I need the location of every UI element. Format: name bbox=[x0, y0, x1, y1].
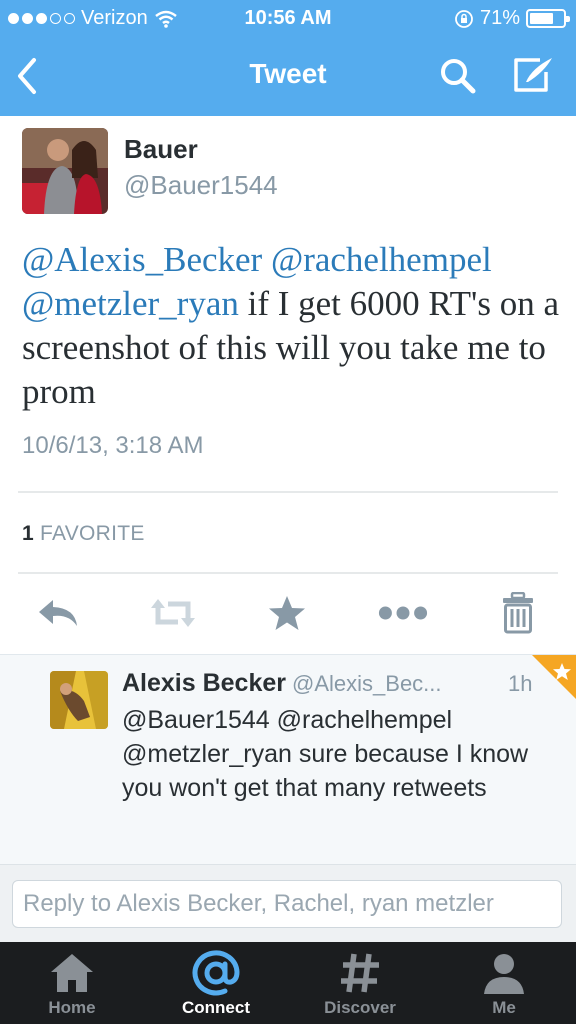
tab-me[interactable]: Me bbox=[432, 942, 576, 1024]
tweet-actions bbox=[0, 588, 576, 640]
favorite-count-number: 1 bbox=[22, 522, 34, 545]
home-icon bbox=[51, 954, 93, 992]
reply-avatar-photo bbox=[50, 671, 108, 729]
reply-composer bbox=[0, 864, 576, 942]
reply-text: @Bauer1544 @rachelhempel @metzler_ryan s… bbox=[122, 706, 529, 802]
reply-icon bbox=[39, 600, 77, 626]
nav-bar: Tweet bbox=[0, 38, 576, 116]
compose-button[interactable] bbox=[510, 54, 558, 96]
tab-label: Connect bbox=[182, 998, 250, 1017]
star-icon bbox=[269, 596, 305, 630]
mention-link[interactable]: @rachelhempel bbox=[271, 240, 492, 279]
hashtag-icon bbox=[341, 953, 379, 993]
tweet-timestamp: 10/6/13, 3:18 AM bbox=[22, 432, 204, 459]
divider bbox=[18, 491, 558, 493]
tab-home[interactable]: Home bbox=[0, 942, 144, 1024]
reply-input[interactable] bbox=[12, 880, 562, 928]
battery-icon bbox=[526, 9, 570, 28]
tab-label: Me bbox=[492, 998, 516, 1017]
author-handle[interactable]: @Bauer1544 bbox=[124, 170, 278, 201]
retweet-button[interactable] bbox=[148, 588, 198, 638]
search-icon bbox=[441, 59, 476, 94]
reply-author-name[interactable]: Alexis Becker bbox=[122, 669, 286, 697]
rotation-lock-icon bbox=[455, 9, 473, 28]
favorite-count[interactable]: 1 FAVORITE bbox=[22, 522, 145, 546]
reply-header: Alexis Becker @Alexis_Bec... bbox=[122, 669, 542, 698]
tab-discover[interactable]: Discover bbox=[288, 942, 432, 1024]
battery-percent: 71% bbox=[479, 7, 520, 29]
tweet-text: @Alexis_Becker @rachelhempel @metzler_ry… bbox=[22, 238, 562, 414]
status-bar: Verizon 10:56 AM 71% bbox=[0, 0, 576, 38]
top-bar: Verizon 10:56 AM 71% Tweet bbox=[0, 0, 576, 116]
favorite-button[interactable] bbox=[262, 588, 312, 638]
person-icon bbox=[484, 954, 524, 994]
reply-timestamp: 1h bbox=[508, 671, 533, 696]
retweet-icon bbox=[151, 599, 195, 627]
author-name[interactable]: Bauer bbox=[124, 134, 198, 165]
battery-status: 71% bbox=[454, 7, 570, 30]
search-button[interactable] bbox=[438, 56, 478, 96]
avatar-photo bbox=[22, 128, 108, 214]
mention-link[interactable]: @Alexis_Becker bbox=[22, 240, 262, 279]
more-button[interactable] bbox=[378, 588, 428, 638]
page-title: Tweet bbox=[249, 58, 327, 89]
mention-link[interactable]: @metzler_ryan bbox=[22, 284, 239, 323]
reply-button[interactable] bbox=[33, 588, 83, 638]
divider bbox=[18, 572, 558, 574]
reply-author-handle[interactable]: @Alexis_Bec... bbox=[292, 671, 442, 696]
favorite-count-label: FAVORITE bbox=[39, 522, 145, 545]
more-dots-icon bbox=[378, 606, 428, 620]
tab-connect[interactable]: Connect bbox=[144, 942, 288, 1024]
tab-label: Home bbox=[48, 998, 96, 1017]
at-icon bbox=[192, 950, 240, 996]
author-avatar[interactable] bbox=[22, 128, 108, 214]
compose-icon bbox=[514, 58, 552, 92]
reply-tweet[interactable]: Alexis Becker @Alexis_Bec... 1h @Bauer154… bbox=[0, 654, 576, 864]
delete-button[interactable] bbox=[493, 588, 543, 638]
tab-label: Discover bbox=[324, 998, 396, 1017]
reply-avatar[interactable] bbox=[50, 671, 108, 729]
tab-bar: Home Connect Discover Me bbox=[0, 942, 576, 1024]
trash-icon bbox=[503, 592, 533, 634]
